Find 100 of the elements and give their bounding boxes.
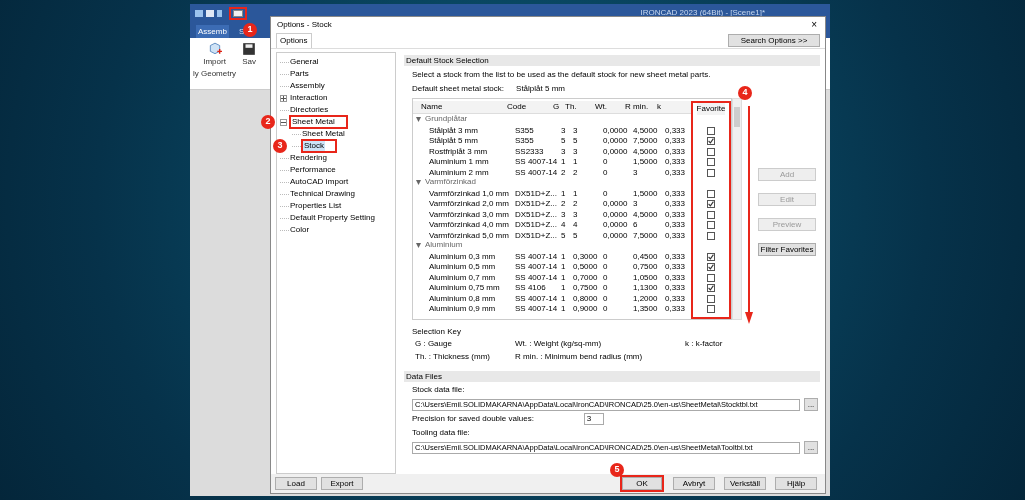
field-label: Tooling data file: <box>412 427 471 440</box>
favorite-checkbox[interactable] <box>707 221 715 230</box>
favorite-checkbox[interactable] <box>707 200 715 209</box>
table-cell-text: Rostfriplåt 3 mm <box>429 145 489 158</box>
table-cell-text: 0 <box>603 250 609 263</box>
table-cell-text: 0,7500 <box>573 282 599 295</box>
favorite-checkbox[interactable] <box>707 273 715 282</box>
expand-icon[interactable] <box>280 94 287 102</box>
favorite-checkbox[interactable] <box>707 137 715 146</box>
table-cell-text: Aluminium 0,8 mm <box>429 292 497 305</box>
column-header[interactable]: Wt. <box>595 101 625 114</box>
favorite-checkbox[interactable] <box>707 284 715 293</box>
step-number-badge: 5 <box>610 463 624 478</box>
collapse-icon[interactable] <box>280 118 287 126</box>
table-cell-text: 3 <box>573 124 579 137</box>
field-label: Precision for saved double values: <box>412 413 534 426</box>
table-cell-text: 4 <box>561 219 567 232</box>
column-header[interactable]: Favorite <box>696 103 726 116</box>
tree-item[interactable]: Performance <box>289 165 337 176</box>
column-header[interactable]: G <box>553 101 565 114</box>
table-cell-text: 7,5000 <box>633 135 659 148</box>
collapse-arrow-icon[interactable] <box>416 242 421 248</box>
column-header[interactable]: Name <box>421 101 507 114</box>
ribbon-button-label[interactable]: Import <box>203 56 226 68</box>
scrollbar[interactable] <box>732 98 742 321</box>
favorite-checkbox[interactable] <box>707 263 715 272</box>
table-cell-text: 0 <box>603 292 609 305</box>
tree-item[interactable]: Rendering <box>289 153 328 164</box>
table-cell-text: 0,0000 <box>603 219 629 232</box>
table-cell-text: 0,333 <box>665 145 687 158</box>
search-options-button[interactable]: Search Options >> <box>728 34 820 48</box>
favorite-checkbox[interactable] <box>707 126 715 135</box>
column-header[interactable]: Code <box>507 101 553 114</box>
favorite-checkbox[interactable] <box>707 147 715 156</box>
table-cell-text: 0,0000 <box>603 208 629 221</box>
tree-item[interactable]: General <box>289 57 320 68</box>
save-icon[interactable] <box>242 42 257 56</box>
table-cell-text: 0,0000 <box>603 124 629 137</box>
favorite-checkbox[interactable] <box>707 189 715 198</box>
table-cell-text: 3 <box>573 145 579 158</box>
ribbon-button-label[interactable]: ly Geometry <box>193 68 237 80</box>
checkmark-icon <box>708 201 714 208</box>
table-cell-text: 0,0000 <box>603 229 629 242</box>
tree-item[interactable]: Default Property Setting <box>289 213 376 224</box>
table-cell-text: SS 4007-14 <box>515 250 559 263</box>
precision-field[interactable]: 3 <box>583 413 604 426</box>
close-button[interactable]: × <box>809 20 819 31</box>
table-cell-text: Varmförzinkad 3,0 mm <box>429 208 510 221</box>
column-header[interactable]: R min. <box>625 101 657 114</box>
dialog-button[interactable]: Hjälp <box>775 477 817 491</box>
table-cell-text: 0,5000 <box>573 261 599 274</box>
dialog-button[interactable]: Avbryt <box>673 477 715 491</box>
table-cell-text: 0,0000 <box>603 145 629 158</box>
tree-item[interactable]: Sheet Metal <box>291 117 336 128</box>
table-cell-text: 4,5000 <box>633 145 659 158</box>
favorite-checkbox[interactable] <box>707 168 715 177</box>
options-tab[interactable]: Options <box>276 33 312 49</box>
tree-item[interactable]: Interaction <box>289 93 329 104</box>
table-cell-text: Varmförzinkad 1,0 mm <box>429 187 510 200</box>
column-header[interactable]: Th. <box>565 101 595 114</box>
favorite-checkbox[interactable] <box>707 158 715 167</box>
browse-button[interactable]: ... <box>804 398 818 412</box>
column-header[interactable]: k <box>657 101 683 114</box>
table-cell-text: 0,333 <box>665 156 687 169</box>
table-cell-text: 5 <box>561 135 567 148</box>
tree-item[interactable]: Technical Drawing <box>289 189 356 200</box>
window-icon[interactable] <box>233 9 243 17</box>
collapse-arrow-icon[interactable] <box>416 179 421 185</box>
table-cell-text: Aluminium 0,9 mm <box>429 303 497 316</box>
table-cell-text: Aluminium 0,7 mm <box>429 271 497 284</box>
tree-item[interactable]: AutoCAD Import <box>289 177 350 188</box>
dialog-button[interactable]: OK <box>622 477 662 491</box>
export-button[interactable]: Export <box>321 477 363 491</box>
favorite-checkbox[interactable] <box>707 252 715 261</box>
browse-button[interactable]: ... <box>804 441 818 455</box>
tree-item[interactable]: Sheet Metal <box>301 129 346 140</box>
table-cell-text: Aluminium 0,3 mm <box>429 250 497 263</box>
tree-item[interactable]: Directories <box>289 105 330 116</box>
collapse-arrow-icon[interactable] <box>416 116 421 122</box>
table-cell-text: 1 <box>561 271 567 284</box>
table-cell-text: 1,3500 <box>633 303 659 316</box>
favorite-checkbox[interactable] <box>707 210 715 219</box>
favorite-checkbox[interactable] <box>707 231 715 240</box>
table-cell-text: 3 <box>561 124 567 137</box>
import-geometry-icon[interactable] <box>207 42 222 56</box>
tree-item[interactable]: Stock <box>303 141 325 152</box>
tree-item[interactable]: Properties List <box>289 201 343 212</box>
tree-item[interactable]: Color <box>289 225 311 236</box>
ribbon-button-label[interactable]: Sav <box>242 56 256 68</box>
table-cell-text: SS 4007-14 <box>515 156 559 169</box>
side-button[interactable]: Filter Favorites <box>758 243 816 257</box>
default-stock-label: Default sheet metal stock: <box>412 83 505 96</box>
favorite-checkbox[interactable] <box>707 305 715 314</box>
favorite-checkbox[interactable] <box>707 294 715 303</box>
ribbon-tab[interactable]: Assemb <box>196 25 229 38</box>
tree-item[interactable]: Assembly <box>289 81 326 92</box>
dialog-button[interactable]: Verkställ <box>724 477 766 491</box>
load-button[interactable]: Load <box>275 477 317 491</box>
tree-item[interactable]: Parts <box>289 69 310 80</box>
table-cell-text: 1,2000 <box>633 292 659 305</box>
